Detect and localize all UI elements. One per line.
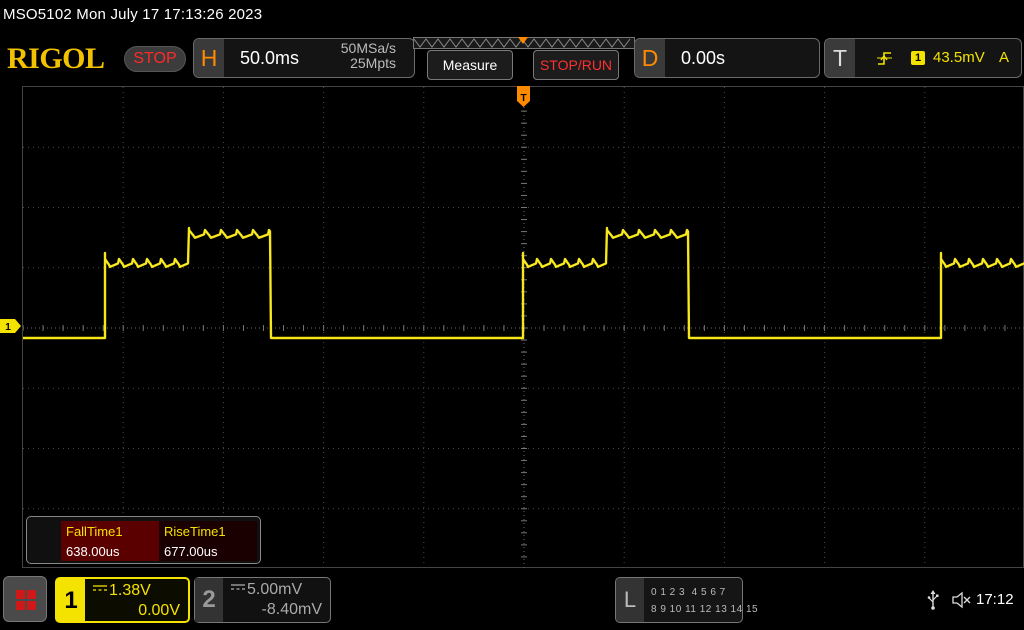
logic-analyzer-panel[interactable]: L 0 1 2 3 4 5 6 7 8 9 10 11 12 13 14 15 [615, 577, 758, 623]
sample-rate: 50MSa/s [340, 40, 396, 56]
bottom-bar: 1 1.38V 0.00V 2 5.00mV -8.40mV L 0 1 2 3… [0, 568, 1024, 630]
speaker-muted-icon[interactable] [951, 590, 971, 610]
logic-analyzer-letter: L [616, 578, 644, 622]
waveform-display[interactable] [22, 86, 1024, 569]
horizontal-letter: H [194, 39, 224, 77]
trigger-level: 43.5mV [933, 49, 985, 66]
trigger-position-marker[interactable]: T [517, 86, 530, 108]
channel2-panel[interactable]: 2 5.00mV -8.40mV [194, 577, 331, 623]
memory-position-strip[interactable] [413, 37, 635, 49]
status-line: MSO5102 Mon July 17 17:13:26 2023 [0, 0, 1024, 34]
measurement-value: 638.00us [66, 544, 120, 559]
delay-panel[interactable]: D 0.00s [634, 38, 820, 78]
channel1-scale: 1.38V [109, 582, 151, 599]
acquisition-info: 50MSa/s 25Mpts [341, 41, 396, 71]
delay-letter: D [635, 39, 665, 77]
measurement-name: FallTime1 [66, 524, 123, 539]
measurement-name: RiseTime1 [164, 524, 226, 539]
channel2-scale: 5.00mV [247, 581, 303, 598]
trigger-source-badge: 1 [911, 51, 925, 65]
measurement-grid: FallTime1 638.00us RiseTime1 677.00us [61, 521, 257, 561]
measurement-item[interactable]: FallTime1 638.00us [61, 521, 159, 561]
channel1-offset-marker[interactable]: 1 [0, 319, 22, 333]
rigol-logo: RIGOL [7, 42, 105, 75]
run-state-badge[interactable]: STOP [124, 46, 186, 72]
channel1-number: 1 [57, 579, 85, 621]
trigger-marker-label: T [520, 93, 526, 104]
system-clock: 17:12 [976, 591, 1014, 608]
memory-depth: 25Mpts [350, 55, 396, 71]
channel1-offset: 0.00V [138, 602, 180, 619]
channel1-marker-label: 1 [5, 322, 11, 333]
measurement-table[interactable]: FallTime1 638.00us RiseTime1 677.00us [26, 516, 261, 564]
horizontal-panel[interactable]: H 50.0ms 50MSa/s 25Mpts [193, 38, 415, 78]
measurement-item[interactable]: RiseTime1 677.00us [159, 521, 257, 561]
status-text: MSO5102 Mon July 17 17:13:26 2023 [3, 6, 263, 23]
timebase-value: 50.0ms [240, 48, 300, 68]
logic-channels-row2: 8 9 10 11 12 13 14 15 [651, 604, 759, 615]
home-menu-icon [16, 590, 36, 610]
memory-position-marker [518, 37, 528, 44]
delay-value: 0.00s [681, 48, 726, 68]
channel1-trace [23, 226, 1024, 340]
measure-button[interactable]: Measure [427, 50, 513, 80]
usb-icon [927, 590, 939, 610]
dc-coupling-icon [93, 585, 107, 591]
channel2-offset: -8.40mV [261, 601, 322, 618]
trigger-mode: A [999, 49, 1010, 66]
trigger-panel[interactable]: T 1 43.5mV A [824, 38, 1022, 78]
stop-run-button[interactable]: STOP/RUN [533, 50, 619, 80]
rising-edge-icon [877, 52, 892, 65]
channel1-panel[interactable]: 1 1.38V 0.00V [55, 577, 190, 623]
dc-coupling-icon [231, 584, 245, 590]
home-menu-button[interactable] [3, 576, 47, 622]
channel2-number: 2 [195, 578, 223, 622]
top-bar: RIGOL STOP H 50.0ms 50MSa/s 25Mpts Measu… [0, 34, 1024, 86]
trigger-letter: T [825, 39, 855, 77]
logic-channels-row1: 0 1 2 3 4 5 6 7 [651, 587, 726, 598]
measurement-value: 677.00us [164, 544, 218, 559]
waveform-graticule [23, 87, 1024, 569]
